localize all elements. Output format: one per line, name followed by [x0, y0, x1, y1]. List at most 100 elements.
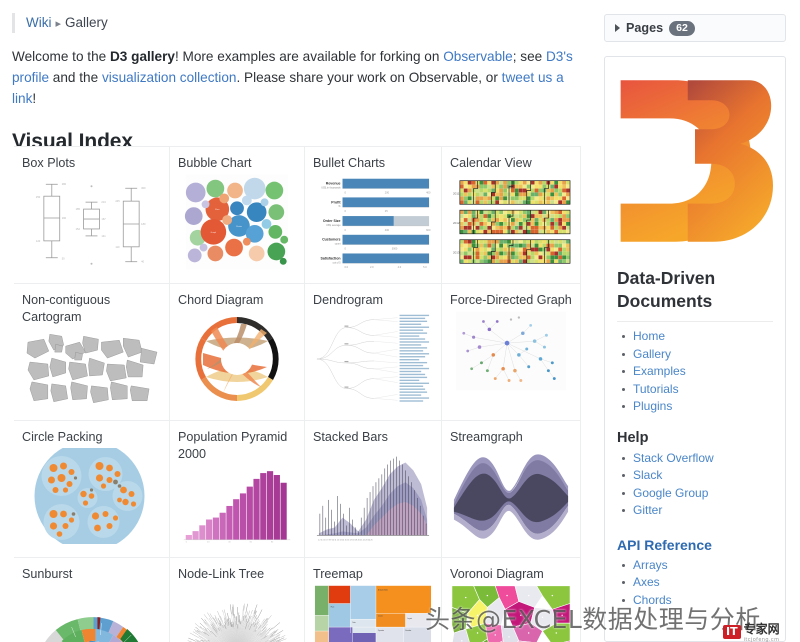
sidebar-heading-api-reference[interactable]: API Reference	[617, 537, 773, 553]
svg-text:Order Size: Order Size	[323, 219, 341, 223]
svg-text:4.0: 4.0	[398, 265, 402, 269]
svg-text:200: 200	[385, 190, 390, 194]
sidebar-item-gitter[interactable]: Gitter	[622, 502, 773, 520]
breadcrumb-current-gallery: Gallery	[65, 15, 108, 30]
svg-text:2012: 2012	[453, 221, 460, 225]
svg-text:40: 40	[141, 260, 144, 264]
gallery-cell-force-directed-graph[interactable]: Force-Directed Graph	[442, 284, 581, 421]
gallery-cell-voronoi-diagram[interactable]: Voronoi Diagram	[442, 558, 581, 642]
sidebar-item-slack[interactable]: Slack	[622, 467, 773, 485]
sidebar-link-gitter[interactable]: Gitter	[633, 503, 662, 517]
svg-text:Satisfaction: Satisfaction	[321, 256, 341, 260]
chevron-right-icon	[615, 24, 620, 32]
svg-text:141: 141	[101, 234, 106, 238]
intro-text-1: Welcome to the	[12, 49, 110, 64]
svg-text:250: 250	[36, 195, 41, 199]
svg-text:300: 300	[141, 186, 146, 190]
pages-panel-toggle[interactable]: Pages 62	[604, 14, 786, 42]
svg-text:1 2 3 4 5 6 7 8 9 10 11 12 13: 1 2 3 4 5 6 7 8 9 10 11 12 13 14 15 16 1…	[318, 539, 373, 541]
gallery-cell-dendrogram[interactable]: Dendrogram	[305, 284, 442, 421]
gallery-cell-cartogram[interactable]: Non-contiguous Cartogram	[14, 284, 170, 421]
svg-text:Revenue: Revenue	[326, 182, 341, 186]
link-visualization-collection[interactable]: visualization collection	[102, 70, 237, 85]
voronoi-diagram-thumbnail	[450, 585, 572, 642]
treemap-thumbnail: AnalyticsNode Cluster Layout Operator Encod…	[313, 585, 433, 642]
sidebar-link-arrays[interactable]: Arrays	[633, 558, 668, 572]
sidebar-item-home[interactable]: Home	[622, 328, 773, 346]
sidebar-heading-help: Help	[617, 429, 649, 446]
gallery-item-label: Force-Directed Graph	[450, 293, 572, 307]
gallery-item-label: Dendrogram	[313, 293, 383, 307]
sidebar-item-examples[interactable]: Examples	[622, 363, 773, 381]
sidebar-link-chords[interactable]: Chords	[633, 593, 672, 607]
sidebar-api-nav: Arrays Axes Chords	[617, 557, 773, 610]
gallery-cell-circle-packing[interactable]: Circle Packing	[14, 421, 170, 558]
svg-text:0: 0	[344, 209, 346, 213]
svg-text:US$, average: US$, average	[326, 224, 341, 227]
node-link-tree-thumbnail	[178, 585, 296, 642]
sidebar-link-tutorials[interactable]: Tutorials	[633, 382, 679, 396]
gallery-cell-sunburst[interactable]: Sunburst	[14, 558, 170, 642]
sidebar-item-google-group[interactable]: Google Group	[622, 485, 773, 503]
svg-text:Profit: Profit	[331, 200, 341, 204]
sidebar-item-axes[interactable]: Axes	[622, 574, 773, 592]
link-observable[interactable]: Observable	[443, 49, 513, 64]
gallery-cell-chord-diagram[interactable]: Chord Diagram	[170, 284, 305, 421]
force-directed-graph-thumbnail	[450, 311, 572, 391]
chord-diagram-thumbnail	[178, 311, 296, 407]
streamgraph-thumbnail	[450, 448, 572, 544]
sidebar-link-stack-overflow[interactable]: Stack Overflow	[633, 451, 714, 465]
cartogram-thumbnail	[22, 328, 161, 408]
svg-text:80: 80	[271, 542, 274, 544]
sidebar-item-arrays[interactable]: Arrays	[622, 557, 773, 575]
sidebar-link-google-group[interactable]: Google Group	[633, 486, 708, 500]
svg-text:Graph: Graph	[211, 231, 216, 234]
svg-text:3000: 3000	[392, 247, 398, 251]
svg-text:400: 400	[385, 228, 390, 232]
svg-text:280: 280	[62, 182, 67, 186]
gallery-item-label: Stacked Bars	[313, 430, 388, 444]
bubble-chart-thumbnail: Flare Cluster Graph	[178, 174, 296, 270]
breadcrumb-separator-icon: ▸	[55, 18, 62, 30]
gallery-cell-box-plots[interactable]: Box Plots 280 250 190 120 50 213 185 167…	[14, 147, 170, 284]
circle-packing-thumbnail	[22, 448, 161, 544]
sidebar-link-slack[interactable]: Slack	[633, 468, 662, 482]
gallery-grid: Box Plots 280 250 190 120 50 213 185 167…	[14, 146, 581, 642]
svg-text:Cluster: Cluster	[236, 225, 243, 228]
sidebar-link-plugins[interactable]: Plugins	[633, 399, 672, 413]
svg-text:2.0: 2.0	[370, 265, 374, 269]
sidebar-link-gallery[interactable]: Gallery	[633, 347, 671, 361]
box-plots-thumbnail: 280 250 190 120 50 213 185 167 152 141 300 245 180…	[22, 174, 161, 270]
svg-text:0: 0	[344, 247, 346, 251]
svg-text:0: 0	[344, 190, 346, 194]
svg-text:180: 180	[141, 222, 146, 226]
svg-text:25: 25	[385, 209, 388, 213]
gallery-item-label: Voronoi Diagram	[450, 567, 544, 581]
sidebar-item-stack-overflow[interactable]: Stack Overflow	[622, 450, 773, 468]
intro-text-5: . Please share your work on Observable, …	[236, 70, 502, 85]
breadcrumb-link-wiki[interactable]: Wiki	[26, 15, 52, 30]
gallery-cell-calendar-view[interactable]: Calendar View 2011 2012 2013	[442, 147, 581, 284]
svg-text:0: 0	[344, 228, 346, 232]
gallery-cell-bubble-chart[interactable]: Bubble Chart Flare Cluster Graph	[170, 147, 305, 284]
svg-text:2013: 2013	[453, 250, 460, 254]
sidebar-item-chords[interactable]: Chords	[622, 592, 773, 610]
sidebar-link-examples[interactable]: Examples	[633, 364, 686, 378]
gallery-cell-streamgraph[interactable]: Streamgraph	[442, 421, 581, 558]
sidebar-item-plugins[interactable]: Plugins	[622, 398, 773, 416]
gallery-item-label: Node-Link Tree	[178, 567, 265, 581]
gallery-cell-treemap[interactable]: Treemap AnalyticsNode Cluster Layout Ope…	[305, 558, 442, 642]
svg-text:213: 213	[101, 200, 106, 204]
gallery-cell-stacked-bars[interactable]: Stacked Bars 1 2 3 4 5 6 7 8 9 10 11 12 …	[305, 421, 442, 558]
gallery-cell-node-link-tree[interactable]: Node-Link Tree	[170, 558, 305, 642]
stacked-bars-thumbnail: 1 2 3 4 5 6 7 8 9 10 11 12 13 14 15 16 1…	[313, 448, 433, 544]
d3-logo	[617, 67, 773, 255]
sunburst-thumbnail	[22, 585, 161, 642]
sidebar-link-axes[interactable]: Axes	[633, 575, 660, 589]
gallery-cell-bullet-charts[interactable]: Bullet Charts Revenue US$, in thousands …	[305, 147, 442, 284]
sidebar-item-gallery[interactable]: Gallery	[622, 346, 773, 364]
gallery-cell-population-pyramid[interactable]: Population Pyramid 2000 0 20 40 60 80	[170, 421, 305, 558]
main-content: Wiki ▸ Gallery Welcome to the D3 gallery! …	[0, 0, 598, 642]
sidebar-link-home[interactable]: Home	[633, 329, 665, 343]
sidebar-item-tutorials[interactable]: Tutorials	[622, 381, 773, 399]
